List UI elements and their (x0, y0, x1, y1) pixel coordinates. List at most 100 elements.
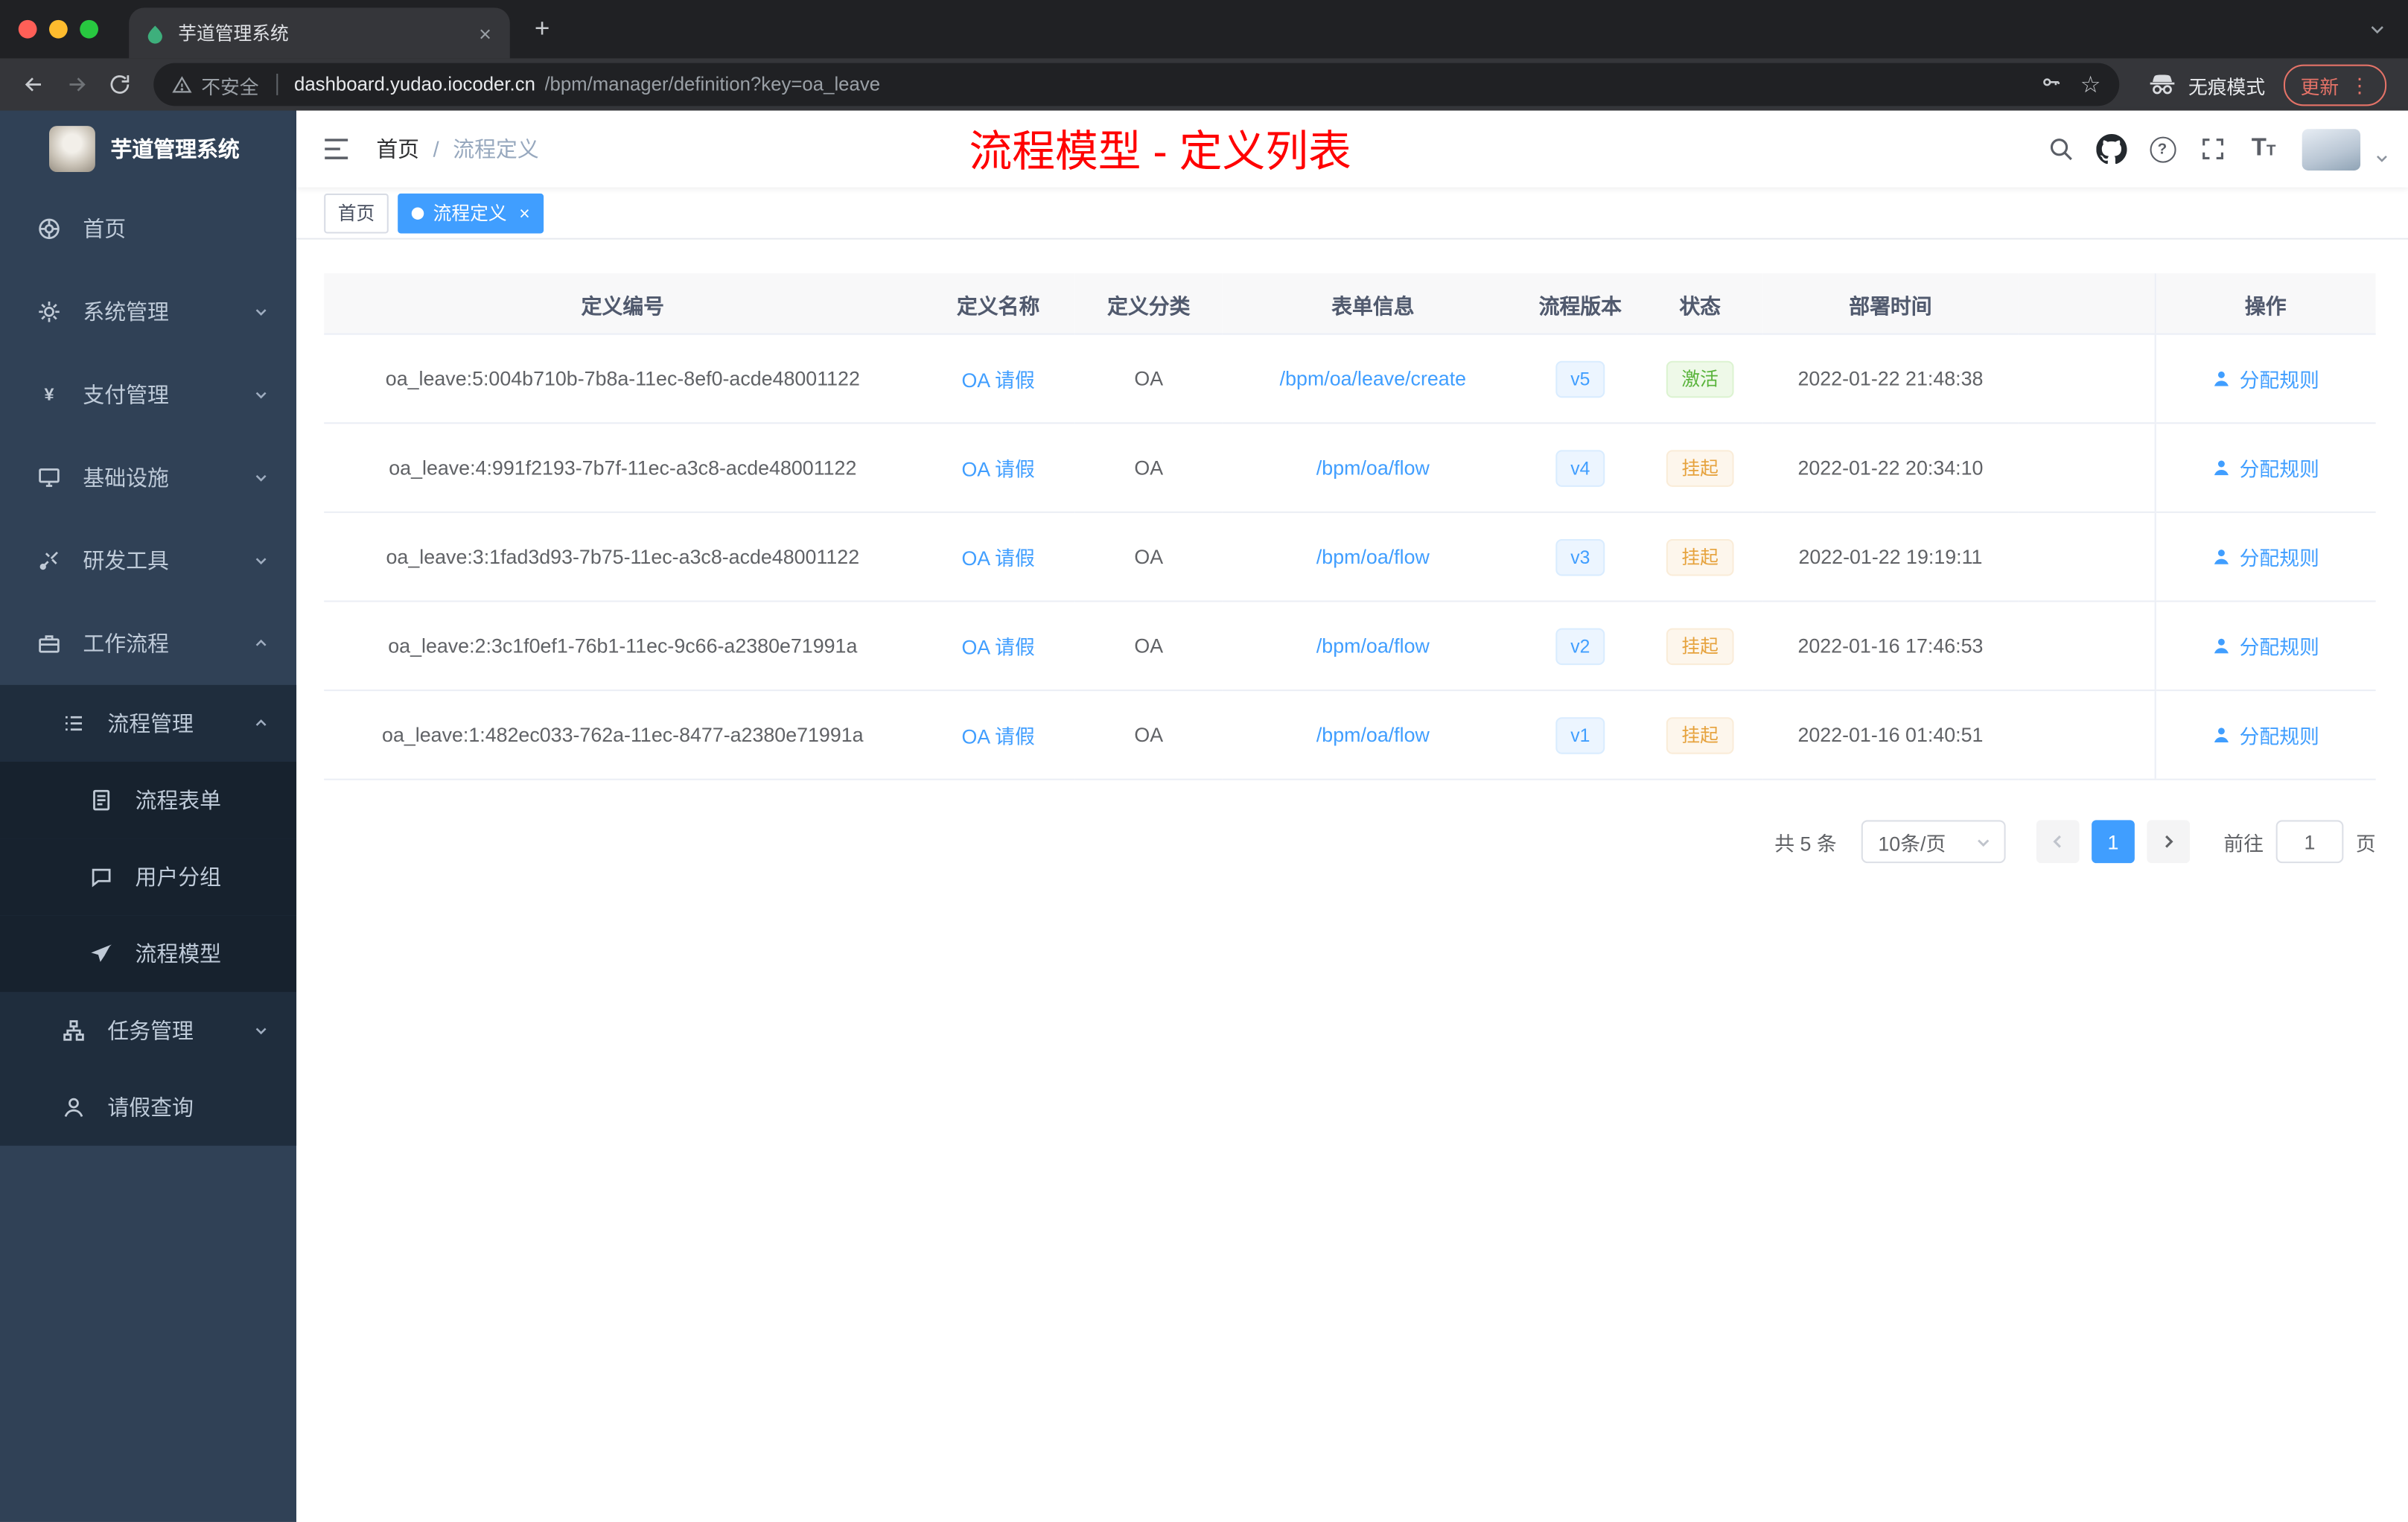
user-icon (2211, 636, 2232, 656)
close-tab-icon[interactable]: × (476, 21, 494, 45)
status-badge: 挂起 (1666, 538, 1734, 576)
page-size-select[interactable]: 10条/页 (1861, 820, 2006, 864)
sidebar-item-infrastructure[interactable]: 基础设施 (0, 436, 296, 519)
deploy-time: 2022-01-16 17:46:53 (1797, 634, 1984, 657)
sidebar-item-workflow[interactable]: 工作流程 (0, 602, 296, 685)
form-link[interactable]: /bpm/oa/flow (1316, 456, 1430, 480)
assign-rule-link[interactable]: 分配规则 (2211, 631, 2319, 660)
tag-label: 流程定义 (433, 203, 507, 225)
definition-category: OA (1134, 634, 1164, 657)
search-icon[interactable] (2042, 130, 2080, 168)
page-size-value: 10条/页 (1878, 831, 1946, 855)
form-link[interactable]: /bpm/oa/flow (1316, 723, 1430, 746)
sidebar-item-dev-tools[interactable]: 研发工具 (0, 519, 296, 602)
chevron-down-icon (1975, 833, 1992, 850)
plane-icon (89, 941, 114, 966)
breadcrumb-separator: / (433, 136, 439, 162)
prev-page-button[interactable] (2036, 820, 2080, 864)
window-controls (0, 19, 107, 39)
breadcrumb-home[interactable]: 首页 (376, 133, 419, 164)
page-annotation: 流程模型 - 定义列表 (969, 127, 1351, 176)
github-icon[interactable] (2093, 130, 2130, 168)
deploy-time: 2022-01-22 19:19:11 (1798, 545, 1983, 569)
sidebar-item-home[interactable]: 首页 (0, 188, 296, 270)
security-warning-icon[interactable] (172, 74, 192, 95)
dashboard-icon (37, 217, 62, 241)
list-icon (62, 711, 86, 736)
reload-button[interactable] (101, 66, 138, 104)
sidebar-item-process-form[interactable]: 流程表单 (0, 762, 297, 839)
minimize-window-button[interactable] (49, 19, 68, 39)
definition-id: oa_leave:2:3c1f0ef1-76b1-11ec-9c66-a2380… (388, 634, 858, 657)
fullscreen-icon[interactable] (2194, 130, 2232, 168)
tag-process-definition[interactable]: 流程定义 × (398, 192, 544, 233)
sidebar-item-label: 研发工具 (83, 548, 169, 573)
user-avatar[interactable] (2302, 128, 2361, 170)
maximize-window-button[interactable] (80, 19, 98, 39)
column-header: 定义编号 (324, 273, 922, 335)
definition-name-link[interactable]: OA 请假 (961, 458, 1034, 481)
security-label: 不安全 (201, 76, 259, 98)
help-icon[interactable]: ? (2144, 130, 2181, 168)
sidebar-item-user-group[interactable]: 用户分组 (0, 838, 297, 916)
user-icon (2211, 458, 2232, 478)
assign-rule-link[interactable]: 分配规则 (2211, 542, 2319, 571)
sidebar-item-payment-manage[interactable]: ¥ 支付管理 (0, 353, 296, 436)
sidebar-logo[interactable]: 芋道管理系统 (0, 111, 296, 188)
pagination-total: 共 5 条 (1774, 831, 1837, 855)
back-button[interactable] (16, 66, 53, 104)
avatar-caret-icon[interactable] (2374, 150, 2390, 166)
font-size-icon[interactable]: TT (2245, 130, 2282, 168)
close-window-button[interactable] (18, 19, 37, 39)
sidebar-item-leave-query[interactable]: 请假查询 (0, 1069, 297, 1146)
assign-rule-link[interactable]: 分配规则 (2211, 720, 2319, 749)
browser-menu-icon[interactable]: ⋮ (2350, 74, 2370, 95)
bookmark-star-icon[interactable]: ☆ (2080, 73, 2101, 96)
url-path: /bpm/manager/definition?key=oa_leave (544, 74, 881, 95)
definition-name-link[interactable]: OA 请假 (961, 725, 1034, 748)
incognito-badge: 无痕模式 (2147, 69, 2265, 100)
sidebar-item-system-manage[interactable]: 系统管理 (0, 270, 296, 353)
browser-tab[interactable]: 芋道管理系统 × (129, 7, 510, 59)
version-tag: v5 (1555, 360, 1606, 398)
password-key-icon[interactable] (2039, 71, 2062, 98)
definition-id: oa_leave:3:1fad3d93-7b75-11ec-a3c8-acde4… (386, 545, 860, 569)
tag-home[interactable]: 首页 (324, 192, 389, 233)
forward-button[interactable] (58, 66, 95, 104)
definition-name-link[interactable]: OA 请假 (961, 369, 1034, 392)
assign-rule-link[interactable]: 分配规则 (2211, 364, 2319, 393)
sidebar-item-label: 流程管理 (107, 710, 194, 736)
definition-name-link[interactable]: OA 请假 (961, 547, 1034, 570)
url-host: dashboard.yudao.iocoder.cn (294, 74, 535, 95)
favicon (144, 22, 166, 44)
yen-icon: ¥ (37, 383, 62, 407)
sidebar-item-process-model[interactable]: 流程模型 (0, 915, 297, 993)
form-link[interactable]: /bpm/oa/leave/create (1280, 367, 1466, 390)
assign-rule-link[interactable]: 分配规则 (2211, 453, 2319, 482)
sidebar-item-task-manage[interactable]: 任务管理 (0, 992, 297, 1069)
goto-label: 前往 (2223, 831, 2264, 855)
hamburger-icon[interactable] (321, 133, 351, 164)
app-window: 芋道管理系统 首页 系统管理 ¥ 支付管理 基础设施 研发工具 工作流程 流程管理 流程表单 用户… (0, 110, 2408, 1522)
next-page-button[interactable] (2147, 820, 2191, 864)
form-link[interactable]: /bpm/oa/flow (1316, 545, 1430, 568)
url-bar[interactable]: 不安全 dashboard.yudao.iocoder.cn /bpm/mana… (153, 63, 2120, 106)
browser-tabstrip: 芋道管理系统 × + (0, 0, 2408, 59)
pagination: 共 5 条 10条/页 1 前往 1 页 (324, 820, 2376, 864)
tab-search-chevron-icon[interactable] (2368, 20, 2386, 39)
form-link[interactable]: /bpm/oa/flow (1316, 634, 1430, 657)
sidebar-item-label: 工作流程 (83, 631, 169, 656)
status-badge: 挂起 (1666, 716, 1734, 754)
new-tab-button[interactable]: + (522, 9, 562, 49)
version-tag: v2 (1555, 627, 1606, 665)
close-tag-icon[interactable]: × (519, 202, 529, 223)
definition-name-link[interactable]: OA 请假 (961, 636, 1034, 659)
update-chip[interactable]: 更新 ⋮ (2283, 63, 2387, 106)
table-row: oa_leave:2:3c1f0ef1-76b1-11ec-9c66-a2380… (324, 601, 2376, 692)
navbar-actions: ? TT (2042, 128, 2408, 170)
goto-page-input[interactable] (2275, 820, 2344, 864)
deploy-time: 2022-01-22 20:34:10 (1797, 456, 1984, 480)
page-number-button[interactable]: 1 (2092, 820, 2135, 864)
sidebar-item-process-manage[interactable]: 流程管理 (0, 684, 297, 762)
chevron-up-icon (253, 636, 269, 652)
